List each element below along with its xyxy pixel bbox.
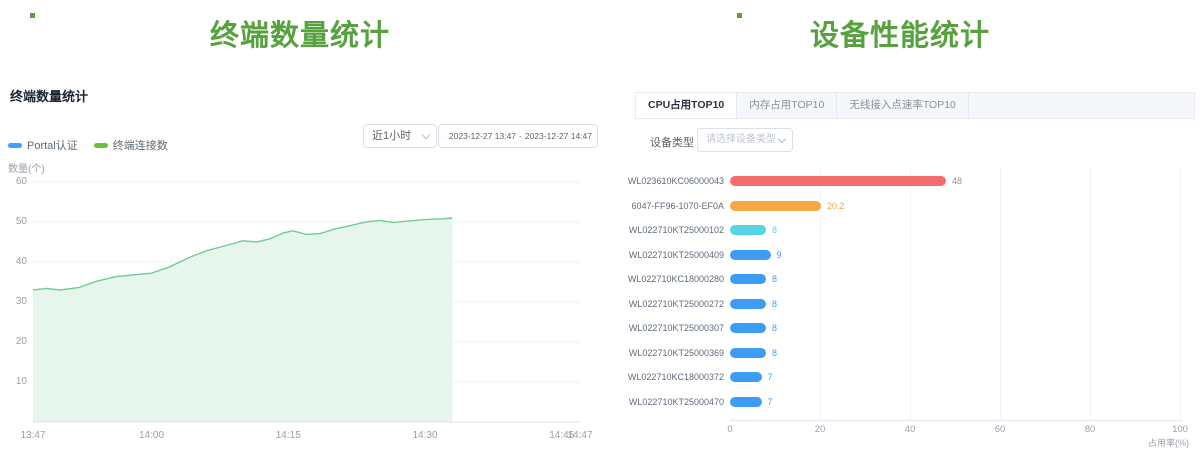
legend-item-2[interactable]: 终端连接数	[94, 137, 168, 153]
bar-category-label: WL022710KC18000280	[606, 274, 724, 284]
chevron-down-icon	[778, 135, 786, 143]
legend-item-1[interactable]: Portal认证	[8, 137, 78, 153]
clock-icon	[444, 131, 446, 142]
device-type-label: 设备类型	[650, 134, 694, 150]
bar-value-label: 48	[952, 176, 962, 186]
bar-category-label: WL023610KC06000043	[606, 176, 724, 186]
bar	[730, 250, 771, 260]
bar	[730, 348, 766, 358]
grid-line	[1000, 168, 1001, 420]
bar-category-label: 6047-FF96-1070-EF0A	[606, 201, 724, 211]
date-separator: -	[519, 131, 522, 141]
bar-category-label: WL022710KT25000409	[606, 250, 724, 260]
date-range-picker[interactable]: 2023-12-27 13:47 - 2023-12-27 14:47	[438, 124, 598, 148]
time-range-value: 近1小时	[372, 130, 411, 142]
legend-label: 终端连接数	[113, 137, 168, 153]
x-axis-tick: 40	[905, 424, 916, 435]
x-axis-tick: 0	[727, 424, 732, 435]
tab-1[interactable]: CPU占用TOP10	[636, 93, 737, 118]
bar	[730, 397, 762, 407]
terminal-count-area-chart	[0, 170, 600, 440]
x-axis-tick: 100	[1172, 424, 1188, 435]
x-axis-tick: 60	[995, 424, 1006, 435]
legend-marker	[94, 143, 108, 148]
bar-value-label: 7	[768, 372, 773, 382]
y-axis-tick: 40	[1, 256, 27, 267]
bar	[730, 176, 946, 186]
y-axis-tick: 50	[1, 216, 27, 227]
grid-line	[910, 168, 911, 420]
y-axis-tick: 30	[1, 296, 27, 307]
bar-category-label: WL022710KC18000372	[606, 372, 724, 382]
chart-legend: Portal认证 终端连接数	[8, 137, 168, 153]
bar	[730, 225, 766, 235]
tab-2[interactable]: 内存占用TOP10	[737, 93, 837, 118]
bar-category-label: WL022710KT25000272	[606, 299, 724, 309]
x-axis-tick: 14:15	[276, 430, 301, 441]
bar	[730, 372, 762, 382]
time-range-select[interactable]: 近1小时	[363, 124, 437, 148]
date-end: 2023-12-27 14:47	[525, 131, 592, 141]
bar-value-label: 9	[777, 250, 782, 260]
bar-category-label: WL022710KT25000470	[606, 397, 724, 407]
right-x-axis-title: 占用率(%)	[1148, 436, 1189, 449]
legend-label: Portal认证	[27, 137, 78, 153]
bar-category-label: WL022710KT25000102	[606, 225, 724, 235]
performance-tabs: CPU占用TOP10内存占用TOP10无线接入点速率TOP10	[635, 92, 1195, 119]
bar-category-label: WL022710KT25000369	[606, 348, 724, 358]
bar	[730, 299, 766, 309]
bar-value-label: 8	[772, 348, 777, 358]
bar	[730, 201, 821, 211]
dashboard: 终端数量统计 设备性能统计 终端数量统计 Portal认证终端连接数 近1小时 …	[0, 0, 1200, 456]
right-section-heading: 设备性能统计	[600, 12, 1200, 54]
x-axis-line	[730, 420, 1182, 421]
y-axis-tick: 60	[1, 176, 27, 187]
grid-line	[1090, 168, 1091, 420]
legend-marker	[8, 143, 22, 148]
bar	[730, 323, 766, 333]
bar-value-label: 20.2	[827, 201, 845, 211]
bar-value-label: 8	[772, 274, 777, 284]
tab-3[interactable]: 无线接入点速率TOP10	[837, 93, 969, 118]
left-panel-title: 终端数量统计	[10, 86, 88, 105]
x-axis-tick: 14:47	[567, 430, 592, 441]
bar-value-label: 8	[772, 299, 777, 309]
date-start: 2023-12-27 13:47	[449, 131, 516, 141]
y-axis-tick: 10	[1, 376, 27, 387]
bar-category-label: WL022710KT25000307	[606, 323, 724, 333]
chevron-down-icon	[422, 131, 430, 139]
x-axis-tick: 20	[815, 424, 826, 435]
left-section-heading: 终端数量统计	[0, 12, 600, 54]
device-type-placeholder: 请选择设备类型	[706, 134, 776, 145]
y-axis-tick: 20	[1, 336, 27, 347]
bar-value-label: 7	[768, 397, 773, 407]
bar-value-label: 8	[772, 323, 777, 333]
grid-line	[1180, 168, 1181, 420]
x-axis-tick: 80	[1085, 424, 1096, 435]
device-type-select[interactable]: 请选择设备类型	[697, 128, 793, 152]
x-axis-tick: 14:30	[413, 430, 438, 441]
x-axis-tick: 14:00	[139, 430, 164, 441]
bar	[730, 274, 766, 284]
bar-value-label: 8	[772, 225, 777, 235]
x-axis-tick: 13:47	[20, 430, 45, 441]
